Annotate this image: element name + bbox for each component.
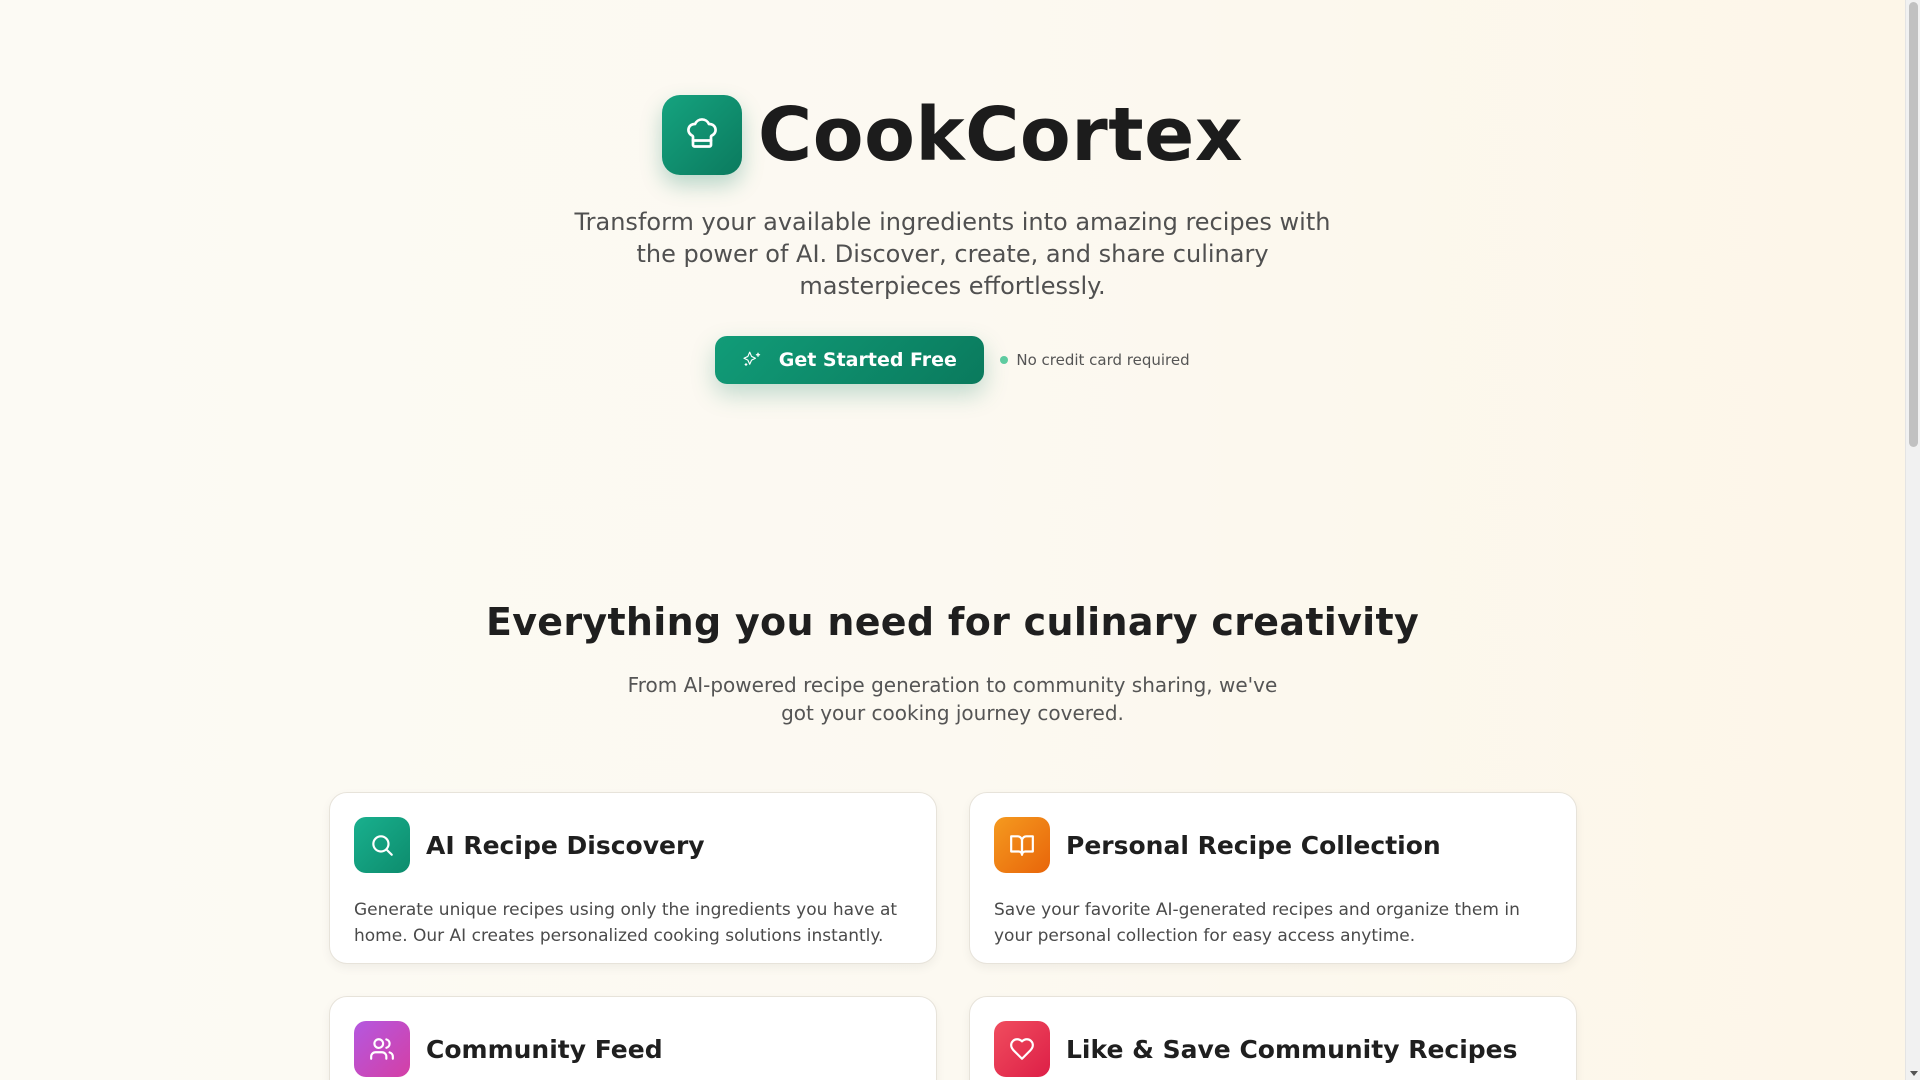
sparkles-icon [743, 351, 761, 369]
feature-card-like-save-community-recipes: Like & Save Community Recipes [969, 996, 1577, 1080]
get-started-label: Get Started Free [778, 349, 957, 371]
get-started-button[interactable]: Get Started Free [715, 336, 985, 384]
feature-card-community-feed: Community Feed [329, 996, 937, 1080]
hero-brand: CookCortex [0, 95, 1905, 175]
features-heading: Everything you need for culinary creativ… [485, 600, 1420, 644]
hero-subtitle: Transform your available ingredients int… [574, 208, 1331, 300]
cta-row: Get Started Free No credit card required [0, 336, 1905, 384]
status-dot [1000, 356, 1009, 364]
brand-title: CookCortex [757, 92, 1244, 178]
landing-page: CookCortex Transform your available ingr… [0, 0, 1905, 1080]
logo-tile [661, 95, 742, 175]
page-scrollbar[interactable] [1905, 0, 1920, 1080]
card-description: Save your favorite AI-generated recipes … [994, 900, 1520, 946]
card-description: Generate unique recipes using only the i… [354, 900, 898, 946]
card-title: Community Feed [426, 1034, 663, 1064]
scrollbar-thumb[interactable] [1909, 2, 1918, 447]
card-title: AI Recipe Discovery [426, 830, 705, 860]
book-open-icon [994, 817, 1050, 873]
scroll-down-arrow-icon[interactable] [1910, 1071, 1918, 1076]
chef-hat-icon [684, 115, 720, 155]
feature-card-personal-recipe-collection: Personal Recipe Collection Save your fav… [969, 792, 1577, 964]
feature-card-ai-recipe-discovery: AI Recipe Discovery Generate unique reci… [329, 792, 937, 964]
search-icon [354, 817, 410, 873]
users-icon [354, 1021, 410, 1077]
heart-icon [994, 1021, 1050, 1077]
cta-note-text: No credit card required [1016, 351, 1190, 369]
features-subheading: From AI-powered recipe generation to com… [627, 673, 1278, 725]
card-title: Like & Save Community Recipes [1066, 1034, 1518, 1064]
cta-note: No credit card required [1000, 351, 1190, 369]
card-title: Personal Recipe Collection [1066, 830, 1441, 860]
